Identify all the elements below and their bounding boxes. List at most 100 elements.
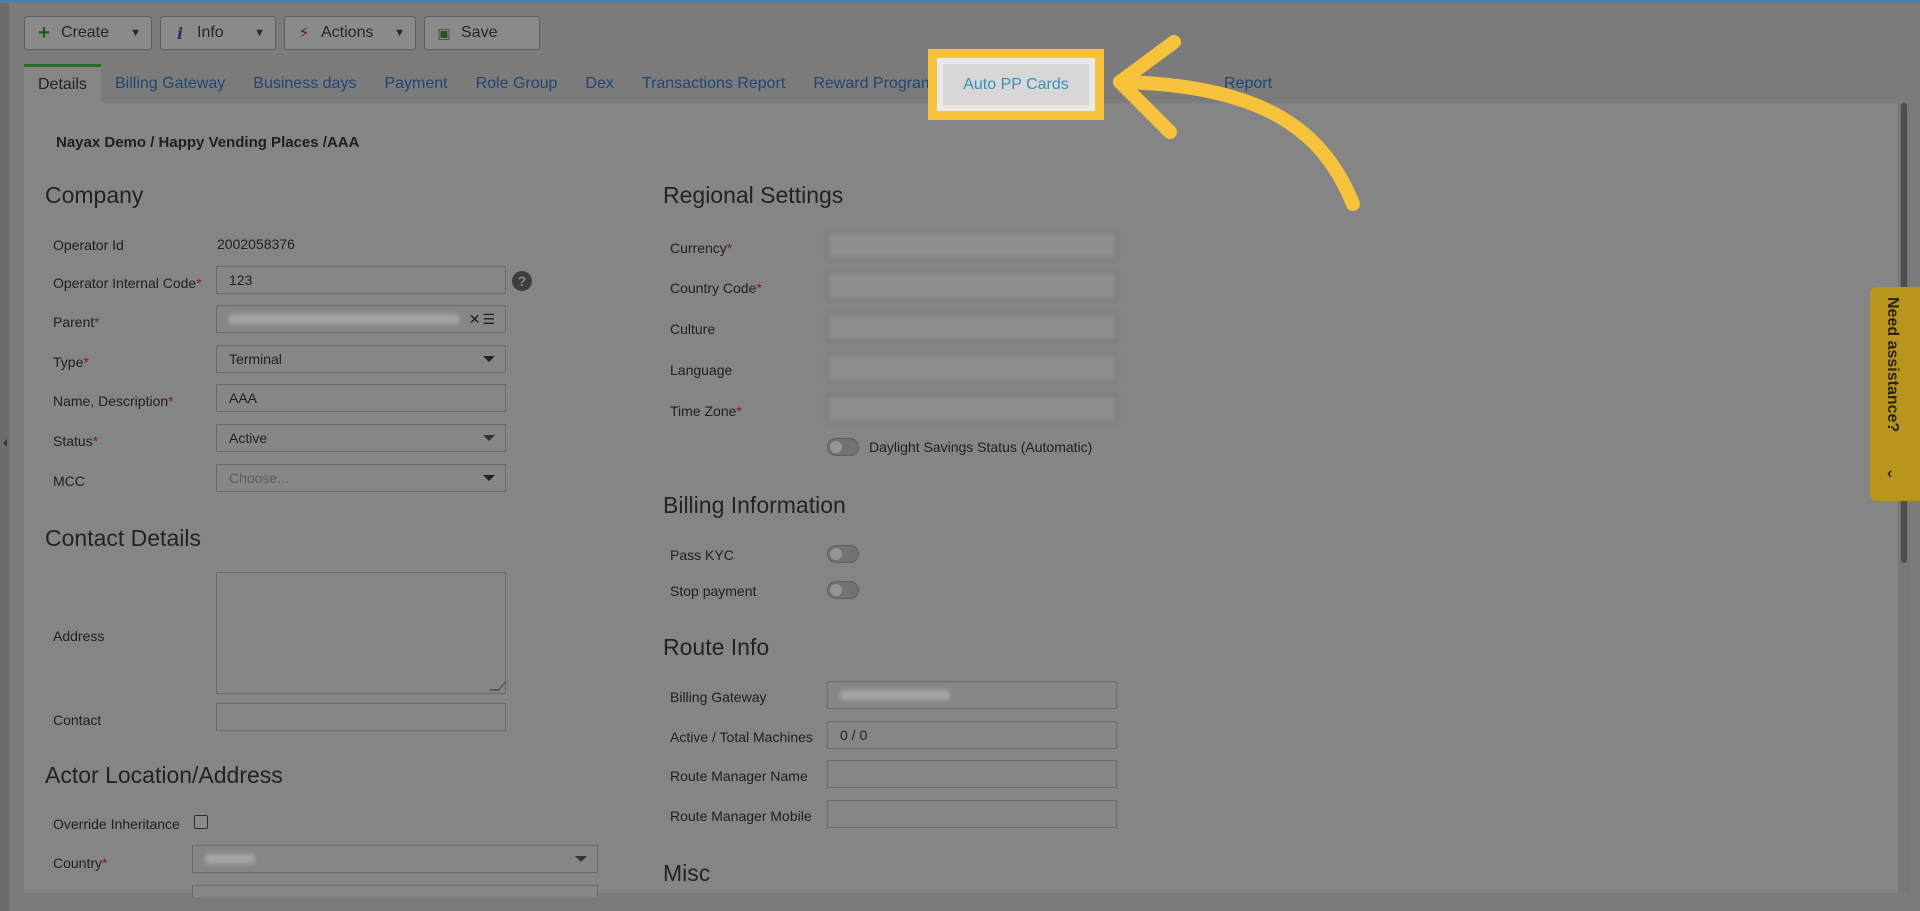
tab-bar: Details Billing Gateway Business days Pa… — [24, 64, 948, 103]
location-section-title: Actor Location/Address — [45, 762, 283, 788]
country-code-select[interactable] — [827, 272, 1117, 300]
type-text: Type — [53, 354, 84, 370]
time-zone-text: Time Zone — [670, 403, 737, 419]
chevron-down-icon — [483, 435, 495, 441]
tab-payment[interactable]: Payment — [370, 64, 461, 103]
country-label: Country* — [53, 855, 108, 871]
route-manager-mobile-label: Route Manager Mobile — [670, 808, 812, 824]
culture-label: Culture — [670, 321, 716, 337]
route-manager-name-input[interactable] — [827, 760, 1117, 788]
status-select[interactable]: Active — [216, 424, 506, 452]
create-button[interactable]: + Create ▼ — [24, 16, 152, 50]
type-select[interactable]: Terminal — [216, 345, 506, 373]
left-collapse-bar[interactable] — [0, 3, 9, 911]
tab-transactions-report[interactable]: Transactions Report — [628, 64, 799, 103]
save-label: Save — [461, 24, 498, 41]
tab-business-days[interactable]: Business days — [239, 64, 370, 103]
billing-gateway-value-blurred — [840, 690, 950, 700]
create-label: Create — [61, 24, 110, 41]
time-zone-select[interactable] — [827, 395, 1117, 423]
country-code-text: Country Code — [670, 280, 757, 296]
country-select[interactable] — [192, 845, 598, 873]
chevron-down-icon[interactable]: ▼ — [386, 17, 405, 49]
actions-label: Actions — [321, 24, 374, 41]
chevron-down-icon — [483, 356, 495, 362]
info-label: Info — [197, 24, 224, 41]
name-description-input[interactable]: AAA — [216, 384, 506, 412]
company-section-title: Company — [45, 182, 144, 208]
toolbar: + Create ▼ i Info ▼ ⚡ Actions ▼ ▣ Save — [24, 16, 540, 52]
billing-section-title: Billing Information — [663, 492, 846, 518]
status-value: Active — [229, 430, 268, 446]
contact-input[interactable] — [216, 703, 506, 731]
collapse-arrow-icon — [3, 439, 7, 447]
operator-id-value: 2002058376 — [217, 236, 295, 252]
mcc-select[interactable]: Choose... — [216, 464, 506, 492]
need-assistance-label: Need assistance? — [1884, 297, 1901, 433]
override-inheritance-checkbox[interactable] — [194, 815, 208, 829]
tab-role-group[interactable]: Role Group — [462, 64, 572, 103]
clear-and-list-icons[interactable]: ✕☰ — [469, 311, 497, 328]
save-button[interactable]: ▣ Save — [424, 16, 540, 50]
country-text: Country — [53, 855, 103, 871]
lightning-icon: ⚡ — [298, 25, 310, 42]
pointer-arrow-icon — [1113, 35, 1360, 211]
auto-pp-cards-highlight: Auto PP Cards — [928, 49, 1104, 120]
language-select[interactable] — [827, 354, 1117, 382]
actions-button[interactable]: ⚡ Actions ▼ — [284, 16, 416, 50]
parent-text: Parent — [53, 314, 95, 330]
override-inheritance-label: Override Inheritance — [53, 816, 180, 832]
parent-field[interactable]: ✕☰ — [216, 305, 506, 333]
tab-auto-pp-cards[interactable]: Auto PP Cards — [943, 64, 1089, 105]
status-label: Status* — [53, 433, 99, 449]
language-label: Language — [670, 362, 733, 378]
status-text: Status — [53, 433, 93, 449]
need-assistance-tab[interactable]: Need assistance? ‹ — [1870, 287, 1920, 501]
tab-details[interactable]: Details — [24, 64, 101, 103]
operator-internal-code-text: Operator Internal Code — [53, 275, 197, 291]
operator-internal-code-label: Operator Internal Code* — [53, 275, 202, 291]
tab-billing-gateway[interactable]: Billing Gateway — [101, 64, 239, 103]
route-manager-name-label: Route Manager Name — [670, 768, 808, 784]
stop-payment-label: Stop payment — [670, 583, 757, 599]
info-button[interactable]: i Info ▼ — [160, 16, 276, 50]
misc-section-title: Misc — [663, 860, 711, 886]
active-total-machines-field: 0 / 0 — [827, 721, 1117, 749]
chevron-down-icon[interactable]: ▼ — [122, 17, 141, 49]
billing-gateway-field[interactable] — [827, 681, 1117, 709]
pass-kyc-toggle[interactable] — [827, 545, 859, 563]
mcc-label: MCC — [53, 473, 85, 489]
name-description-label: Name, Description* — [53, 393, 174, 409]
active-total-machines-label: Active / Total Machines — [670, 729, 813, 745]
chevron-down-icon — [483, 475, 495, 481]
info-icon: i — [176, 23, 184, 43]
chevron-down-icon — [575, 856, 587, 862]
billing-gateway-label: Billing Gateway — [670, 689, 767, 705]
type-value: Terminal — [229, 351, 282, 367]
daylight-savings-label: Daylight Savings Status (Automatic) — [869, 439, 1093, 455]
contact-section-title: Contact Details — [45, 525, 201, 551]
time-zone-label: Time Zone* — [670, 403, 742, 419]
help-icon[interactable]: ? — [512, 271, 532, 291]
operator-internal-code-input[interactable]: 123 — [216, 266, 506, 294]
currency-select[interactable] — [827, 231, 1117, 259]
chevron-down-icon[interactable]: ▼ — [246, 17, 265, 49]
tab-dex[interactable]: Dex — [571, 64, 627, 103]
address-textarea[interactable] — [216, 572, 506, 694]
daylight-savings-toggle[interactable] — [827, 438, 859, 456]
route-manager-mobile-input[interactable] — [827, 800, 1117, 828]
operator-id-label: Operator Id — [53, 237, 124, 253]
chevron-left-icon: ‹ — [1887, 465, 1893, 482]
currency-text: Currency — [670, 240, 727, 256]
culture-select[interactable] — [827, 313, 1117, 341]
mcc-placeholder: Choose... — [229, 470, 289, 486]
tab-reward-program[interactable]: Reward Program — [799, 64, 948, 103]
regional-section-title: Regional Settings — [663, 182, 844, 208]
parent-value-blurred — [229, 314, 459, 324]
country-value-blurred — [205, 854, 255, 864]
route-section-title: Route Info — [663, 634, 770, 660]
address-line-input[interactable] — [192, 885, 598, 897]
stop-payment-toggle[interactable] — [827, 581, 859, 599]
top-accent-line — [0, 0, 1920, 3]
currency-label: Currency* — [670, 240, 733, 256]
